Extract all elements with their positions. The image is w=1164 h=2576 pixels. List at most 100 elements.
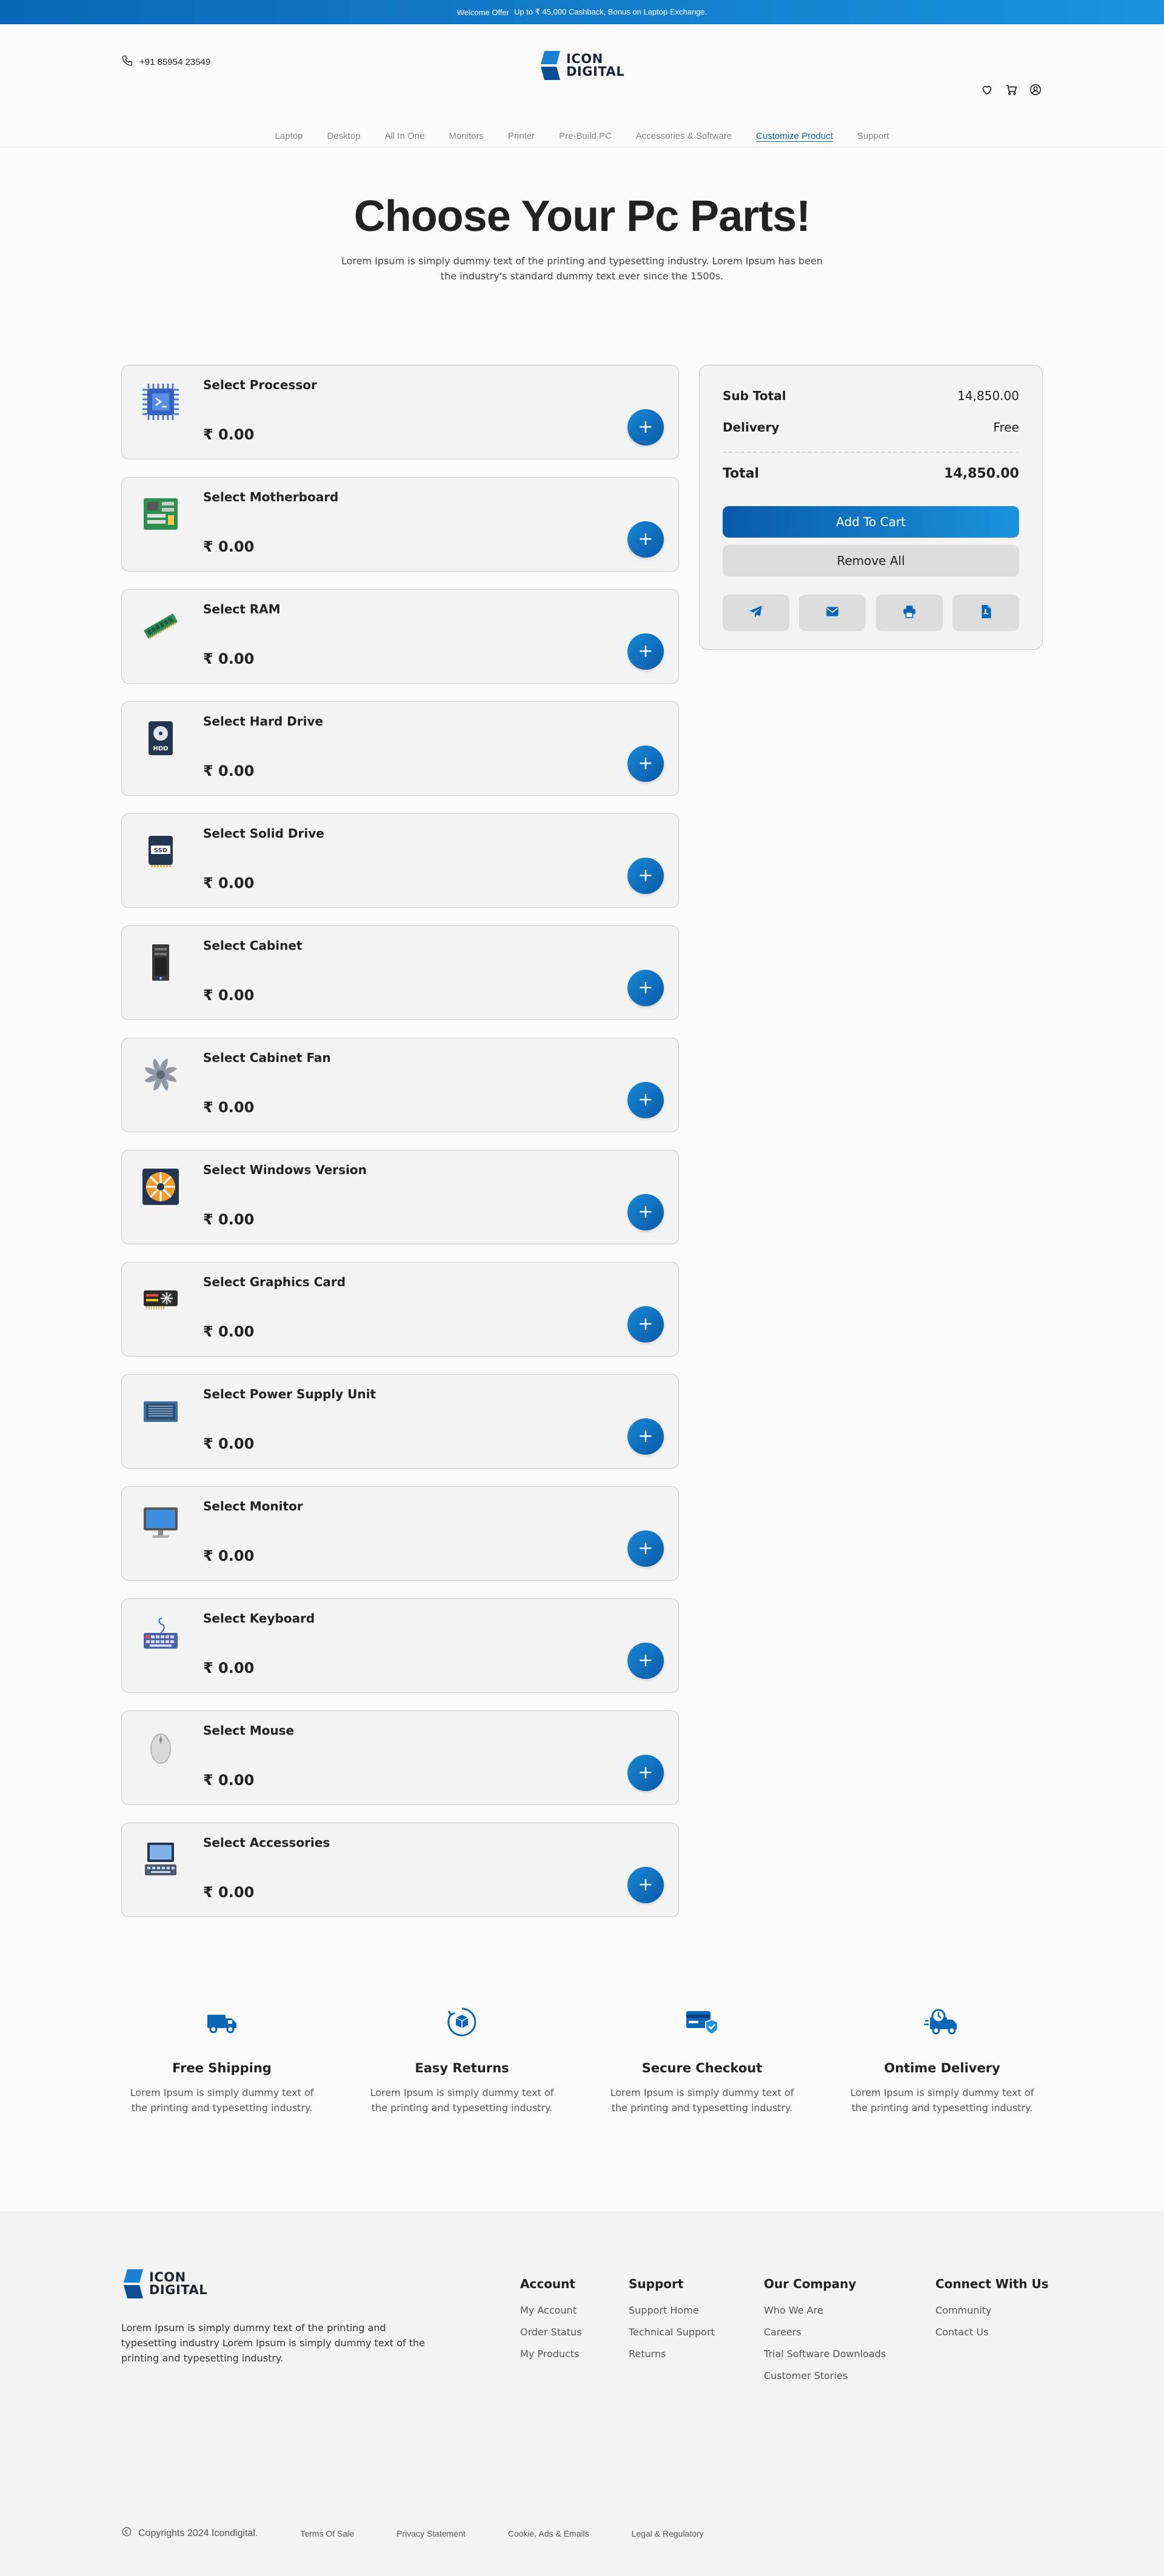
- part-price: ₹ 0.00: [203, 1211, 255, 1228]
- add-part-button[interactable]: +: [627, 970, 664, 1006]
- print-button[interactable]: [875, 595, 943, 631]
- part-price: ₹ 0.00: [203, 538, 255, 555]
- nav-item-all-in-one[interactable]: All In One: [372, 131, 436, 141]
- part-card[interactable]: Select Accessories ₹ 0.00 +: [121, 1823, 679, 1917]
- part-price: ₹ 0.00: [203, 1099, 255, 1116]
- part-card[interactable]: Select Cabinet Fan ₹ 0.00 +: [121, 1038, 679, 1132]
- add-part-button[interactable]: +: [627, 1530, 664, 1567]
- logo-mark-icon: [538, 51, 563, 80]
- add-part-button[interactable]: +: [627, 1082, 664, 1118]
- offer-text: Up to ₹ 45,000 Cashback, Bonus on Laptop…: [513, 7, 707, 16]
- delivery-label: Delivery: [723, 420, 780, 435]
- footer-link[interactable]: Who We Are: [764, 2304, 886, 2316]
- part-name: Select Accessories: [203, 1835, 330, 1850]
- remove-all-button[interactable]: Remove All: [723, 545, 1019, 576]
- part-price: ₹ 0.00: [203, 1323, 255, 1340]
- part-card[interactable]: SSD Select Solid Drive ₹ 0.00 +: [121, 813, 679, 908]
- footer-link[interactable]: Trial Software Downloads: [764, 2348, 886, 2360]
- part-price: ₹ 0.00: [203, 1547, 255, 1564]
- footer-column-title: Connect With Us: [935, 2277, 1049, 2291]
- footer-legal-link[interactable]: Terms Of Sale: [300, 2529, 354, 2538]
- main-nav: Laptop Desktop All In One Monitors Printer Pr…: [0, 131, 1164, 141]
- add-part-button[interactable]: +: [627, 1867, 664, 1903]
- add-to-cart-button[interactable]: Add To Cart: [723, 506, 1019, 538]
- part-price: ₹ 0.00: [203, 1435, 255, 1452]
- nav-item-laptop[interactable]: Laptop: [263, 131, 315, 141]
- pdf-button[interactable]: [952, 595, 1019, 631]
- add-part-button[interactable]: +: [627, 633, 664, 670]
- footer-column: Connect With Us Community Contact Us: [935, 2277, 1049, 2348]
- add-part-button[interactable]: +: [627, 521, 664, 558]
- part-card[interactable]: Select Graphics Card ₹ 0.00 +: [121, 1262, 679, 1356]
- footer-legal-link[interactable]: Cookie, Ads & Emails: [508, 2529, 589, 2538]
- footer-link[interactable]: Customer Stories: [764, 2370, 886, 2381]
- total-row: Total 14,850.00: [723, 466, 1019, 481]
- footer-logo[interactable]: ICON DIGITAL: [121, 2269, 207, 2298]
- part-card[interactable]: Select Motherboard ₹ 0.00 +: [121, 477, 679, 572]
- add-part-button[interactable]: +: [627, 409, 664, 445]
- nav-item-accessories-software[interactable]: Accessories & Software: [624, 131, 744, 141]
- summary-divider: [723, 452, 1019, 453]
- add-part-button[interactable]: +: [627, 1306, 664, 1343]
- nav-item-support[interactable]: Support: [845, 131, 901, 141]
- feature-item: Free Shipping Lorem Ipsum is simply dummy…: [121, 2004, 323, 2115]
- logo-wordmark: ICON DIGITAL: [566, 53, 624, 78]
- email-button[interactable]: [799, 595, 866, 631]
- part-card[interactable]: Select Keyboard ₹ 0.00 +: [121, 1598, 679, 1693]
- part-card[interactable]: Select Windows Version ₹ 0.00 +: [121, 1150, 679, 1244]
- nav-item-pre-build-pc[interactable]: Pre-Build PC: [547, 131, 624, 141]
- footer-link[interactable]: Careers: [764, 2326, 886, 2338]
- total-label: Total: [723, 466, 760, 481]
- truck-icon: [121, 2004, 323, 2040]
- site-logo[interactable]: ICON DIGITAL: [538, 51, 624, 80]
- add-part-button[interactable]: +: [627, 1755, 664, 1791]
- phone-contact[interactable]: +91 85954 23549: [121, 55, 210, 69]
- page-title: Choose Your Pc Parts!: [353, 192, 811, 241]
- part-card[interactable]: Select Mouse ₹ 0.00 +: [121, 1710, 679, 1805]
- add-part-button[interactable]: +: [627, 1643, 664, 1679]
- part-name: Select Keyboard: [203, 1611, 315, 1626]
- cart-icon[interactable]: [1004, 82, 1018, 97]
- footer-link[interactable]: Community: [935, 2304, 1049, 2316]
- part-card[interactable]: Select Monitor ₹ 0.00 +: [121, 1486, 679, 1581]
- add-part-button[interactable]: +: [627, 1418, 664, 1455]
- footer-link[interactable]: My Account: [520, 2304, 582, 2316]
- add-part-button[interactable]: +: [627, 1194, 664, 1230]
- part-name: Select Monitor: [203, 1499, 303, 1513]
- logo-line-2: DIGITAL: [566, 64, 625, 79]
- page-subtitle: Lorem Ipsum is simply dummy text of the …: [341, 255, 823, 282]
- part-name: Select Cabinet Fan: [203, 1050, 331, 1065]
- feature-text: Lorem Ipsum is simply dummy text of the …: [610, 2087, 794, 2114]
- nav-item-customize-product[interactable]: Customize Product: [744, 131, 845, 141]
- part-card[interactable]: Select Power Supply Unit ₹ 0.00 +: [121, 1374, 679, 1469]
- delivery-row: Delivery Free: [723, 420, 1019, 435]
- part-name: Select Solid Drive: [203, 826, 324, 841]
- part-card[interactable]: Select RAM ₹ 0.00 +: [121, 589, 679, 684]
- footer-link[interactable]: Technical Support: [629, 2326, 715, 2338]
- add-part-button[interactable]: +: [627, 746, 664, 782]
- part-card[interactable]: HDD Select Hard Drive ₹ 0.00 +: [121, 701, 679, 796]
- nav-item-printer[interactable]: Printer: [496, 131, 547, 141]
- add-part-button[interactable]: +: [627, 858, 664, 894]
- ram-icon: [139, 604, 182, 648]
- footer-link[interactable]: Returns: [629, 2348, 715, 2360]
- telegram-button[interactable]: [723, 595, 789, 631]
- nav-item-monitors[interactable]: Monitors: [436, 131, 496, 141]
- delivery-clock-icon: [841, 2004, 1043, 2040]
- footer-link[interactable]: Contact Us: [935, 2326, 1049, 2338]
- footer-legal-link[interactable]: Legal & Regulatory: [632, 2529, 704, 2538]
- user-icon[interactable]: [1028, 82, 1043, 97]
- heart-icon[interactable]: [980, 82, 994, 97]
- footer-link[interactable]: Order Status: [520, 2326, 582, 2338]
- footer-legal-link[interactable]: Privacy Statement: [396, 2529, 466, 2538]
- nav-item-desktop[interactable]: Desktop: [315, 131, 372, 141]
- part-card[interactable]: Select Processor ₹ 0.00 +: [121, 365, 679, 459]
- graphics-card-icon: [139, 1277, 182, 1321]
- footer-logo-line-2: DIGITAL: [149, 2283, 208, 2297]
- footer-link[interactable]: Support Home: [629, 2304, 715, 2316]
- footer-link[interactable]: My Products: [520, 2348, 582, 2360]
- feature-item: Ontime Delivery Lorem Ipsum is simply dum…: [841, 2004, 1043, 2115]
- footer-column: Account My Account Order Status My Products: [520, 2277, 582, 2370]
- part-card[interactable]: Select Cabinet ₹ 0.00 +: [121, 926, 679, 1020]
- part-price: ₹ 0.00: [203, 1660, 255, 1677]
